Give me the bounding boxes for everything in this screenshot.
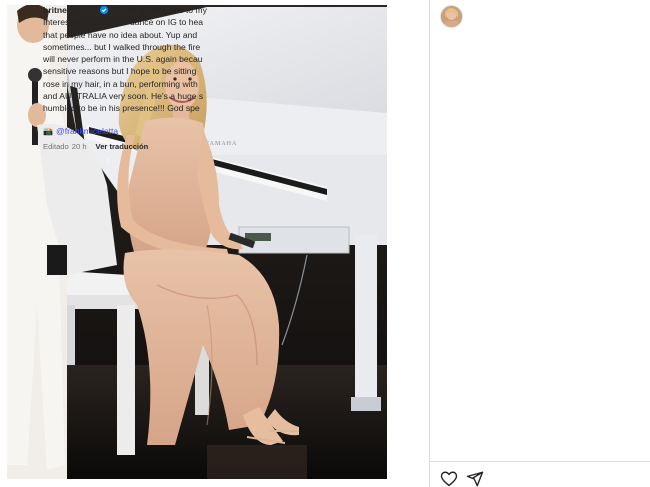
caption-text: Sending this piano to my: [112, 5, 207, 15]
send-icon: [466, 471, 484, 487]
svg-text:YAMAHA: YAMAHA: [205, 141, 237, 147]
caption-panel: [430, 0, 650, 487]
avatar[interactable]: [440, 5, 463, 28]
verified-badge-icon: [100, 6, 109, 14]
camera-icon: 📸: [43, 127, 53, 136]
post-caption: britneyspears Sending this piano to my I…: [43, 4, 253, 115]
instagram-post-view: YAMAHA britneyspears Sending this piano …: [0, 0, 650, 487]
username-link[interactable]: britneyspears: [43, 5, 99, 15]
caption-line-5: will never perform in the U.S. again bec…: [43, 54, 203, 65]
caption-line-6: sensitive reasons but I hope to be sitti…: [43, 66, 197, 77]
caption-line-8: and AUSTRALIA very soon. He's a huge s: [43, 91, 204, 102]
caption-line-1: britneyspears Sending this piano to my: [43, 4, 253, 16]
photographer-mention-link[interactable]: @frankmicelotta: [56, 126, 118, 136]
caption-line-2: Interestingly enough, I dance on IG to h…: [43, 17, 204, 28]
edited-label: Editado: [43, 142, 69, 151]
avatar-image: [441, 6, 462, 27]
see-translation-button[interactable]: Ver traducción: [96, 142, 149, 151]
caption-line-3: that people have no idea about. Yup and: [43, 29, 198, 40]
photo-credit: 📸 @frankmicelotta: [43, 126, 118, 136]
heart-icon: [440, 471, 458, 487]
share-button[interactable]: [466, 470, 484, 487]
caption-line-4: sometimes... but I walked through the fi…: [43, 41, 201, 52]
like-button[interactable]: [440, 470, 458, 487]
caption-line-7: rose in my hair, in a bun, performing wi…: [43, 78, 198, 89]
post-time[interactable]: 20 h: [72, 142, 87, 151]
caption-line-9: humbled to be in his presence!!! God spe: [43, 103, 200, 114]
actions-divider: [430, 461, 650, 462]
post-meta: Editado 20 h Ver traducción: [43, 142, 148, 151]
